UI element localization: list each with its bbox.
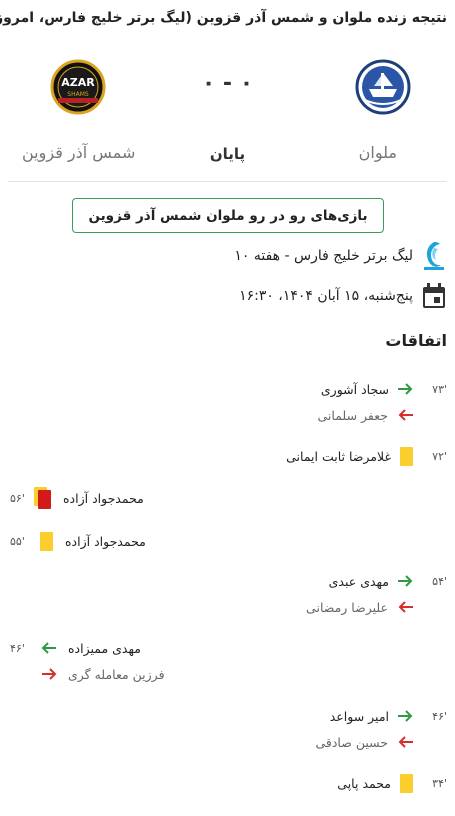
sub-out-arrow-icon	[398, 409, 413, 421]
yellow-card-icon	[400, 773, 413, 793]
event-row: ۷۳' سجاد آشوری	[321, 377, 447, 401]
event-minute: ۴۶'	[10, 641, 25, 655]
event-minute: ۷۳'	[432, 382, 447, 396]
shams-logo-text-bottom: SHAMS	[67, 91, 89, 98]
event-row: ۴۶' مهدی ممیزاده	[10, 636, 141, 660]
sub-in-arrow-icon	[41, 642, 56, 654]
player-out[interactable]: علیرضا رمضانی	[306, 600, 388, 615]
event-minute: ۴۶'	[432, 709, 447, 723]
event-row: ۳۴' محمد پاپی	[337, 771, 447, 795]
sub-in-arrow-icon	[398, 575, 413, 587]
player-in[interactable]: سجاد آشوری	[321, 382, 389, 397]
player-in[interactable]: مهدی عبدی	[329, 574, 389, 589]
red-card-icon	[38, 490, 51, 509]
second-yellow-card-icon	[34, 487, 54, 509]
player-name[interactable]: محمدجواد آزاده	[63, 491, 144, 506]
event-minute: ۵۵'	[10, 534, 25, 548]
player-out[interactable]: حسین صادقی	[315, 735, 388, 750]
page-title: نتیجه زنده ملوان و شمس آذر قزوین (لیگ بر…	[0, 10, 447, 26]
head-to-head-button[interactable]: بازی‌های رو در رو ملوان شمس آذر قزوین	[72, 198, 384, 233]
event-row: ۵۶' محمدجواد آزاده	[10, 486, 144, 510]
sub-in-arrow-icon	[398, 383, 413, 395]
scoreboard: ۰ - ۰ AZAR SHAMS	[0, 55, 455, 115]
player-name[interactable]: غلامرضا ثابت ایمانی	[286, 449, 391, 464]
player-name[interactable]: محمد پاپی	[337, 776, 391, 791]
event-row-out: فرزین معامله گری	[40, 662, 165, 686]
event-row-out: علیرضا رمضانی	[306, 595, 415, 619]
yellow-card-icon	[40, 531, 53, 551]
player-in[interactable]: مهدی ممیزاده	[68, 641, 141, 656]
event-minute: ۳۴'	[432, 776, 447, 790]
sub-out-arrow-icon	[398, 736, 413, 748]
event-row: ۷۲' غلامرضا ثابت ایمانی	[286, 444, 447, 468]
player-out[interactable]: فرزین معامله گری	[68, 667, 165, 682]
date-row: پنج‌شنبه، ۱۵ آبان ۱۴۰۴، ۱۶:۳۰	[239, 282, 447, 310]
sub-out-arrow-icon	[398, 601, 413, 613]
shams-azar-logo[interactable]: AZAR SHAMS	[50, 59, 106, 115]
event-row-out: جعفر سلمانی	[318, 403, 416, 427]
shams-logo-text-top: AZAR	[61, 76, 95, 89]
player-name[interactable]: محمدجواد آزاده	[65, 534, 146, 549]
event-row: ۴۶' امیر سواعد	[330, 704, 447, 728]
league-logo-icon	[424, 242, 444, 270]
player-in[interactable]: امیر سواعد	[330, 709, 389, 724]
sub-in-arrow-icon	[398, 710, 413, 722]
event-row: ۵۴' مهدی عبدی	[329, 569, 447, 593]
away-team-name[interactable]: شمس آذر قزوین	[22, 143, 135, 162]
divider	[8, 181, 447, 182]
events-title: اتفاقات	[385, 331, 447, 350]
event-row: ۵۵' محمدجواد آزاده	[10, 529, 146, 553]
event-minute: ۷۲'	[432, 449, 447, 463]
team-names-row: ملوان پایان شمس آذر قزوین	[0, 143, 455, 167]
event-minute: ۵۶'	[10, 491, 25, 505]
player-out[interactable]: جعفر سلمانی	[318, 408, 389, 423]
yellow-card-icon	[400, 446, 413, 466]
league-row[interactable]: لیگ برتر خلیج فارس - هفته ۱۰	[234, 240, 447, 272]
event-row-out: حسین صادقی	[315, 730, 415, 754]
match-datetime: پنج‌شنبه، ۱۵ آبان ۱۴۰۴، ۱۶:۳۰	[239, 288, 413, 304]
sub-out-arrow-icon	[42, 668, 57, 680]
event-minute: ۵۴'	[432, 574, 447, 588]
league-label: لیگ برتر خلیج فارس - هفته ۱۰	[234, 248, 413, 264]
calendar-icon	[423, 283, 445, 308]
